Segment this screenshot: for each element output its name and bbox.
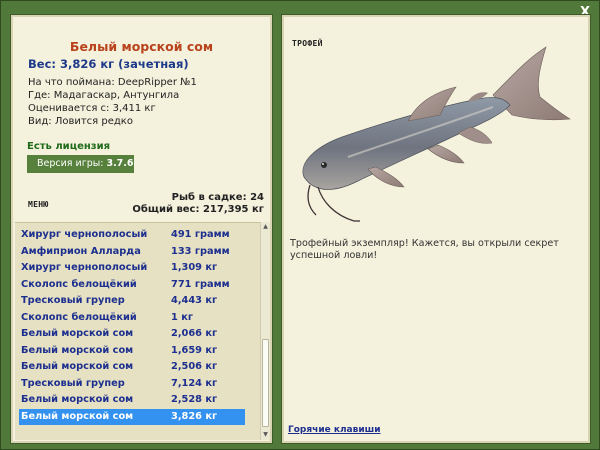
catch-fish-weight: 1,309 кг bbox=[171, 262, 218, 273]
trophy-panel: ТРОФЕЙ Трофейный экземпляр! Кажется, вы … bbox=[281, 14, 591, 444]
version-number: 3.7.6 bbox=[106, 158, 134, 169]
catch-fish-weight: 491 грамм bbox=[171, 229, 230, 240]
catch-row[interactable]: Белый морской сом 2,506 кг bbox=[19, 359, 245, 375]
catch-fish-weight: 133 грамм bbox=[171, 245, 230, 257]
trophy-description: Трофейный экземпляр! Кажется, вы открыли… bbox=[290, 238, 559, 261]
catch-fish-name: Белый морской сом bbox=[21, 410, 134, 422]
catch-row[interactable]: Хирург чернополосый 491 грамм bbox=[19, 227, 245, 243]
game-window: X Белый морской сом Вес: 3,826 кг (зачет… bbox=[0, 0, 600, 450]
catch-fish-weight: 1,659 кг bbox=[171, 344, 218, 356]
fish-weight: Вес: 3,826 кг (зачетная) bbox=[28, 57, 189, 71]
catfish-image bbox=[302, 46, 571, 222]
catch-row[interactable]: Тресковый групер 7,124 кг bbox=[19, 376, 245, 392]
catch-info-panel: Белый морской сом Вес: 3,826 кг (зачетна… bbox=[10, 14, 273, 444]
fish-name: Белый морской сом bbox=[69, 39, 214, 54]
catch-fish-weight: 771 грамм bbox=[171, 278, 230, 290]
catch-fish-name: Белый морской сом bbox=[21, 328, 134, 339]
fish-location: Где: Мадагаскар, Антунгила bbox=[28, 90, 180, 101]
scroll-down-arrow-icon[interactable]: ▼ bbox=[261, 430, 270, 440]
license-status: Есть лицензия bbox=[27, 141, 111, 152]
scroll-up-arrow-icon[interactable]: ▲ bbox=[261, 222, 270, 232]
catch-fish-weight: 2,506 кг bbox=[171, 361, 218, 372]
catch-list-scrollbar[interactable]: ▲ ▼ bbox=[260, 222, 270, 440]
catch-fish-weight: 7,124 кг bbox=[171, 377, 218, 389]
catch-fish-name: Белый морской сом bbox=[21, 361, 134, 372]
fish-bait: На что поймана: DeepRipper №1 bbox=[28, 77, 197, 88]
catch-fish-weight: 2,528 кг bbox=[171, 394, 218, 405]
catch-fish-name: Тресковый групер bbox=[21, 295, 125, 306]
total-weight: Общий вес: 217,395 кг bbox=[132, 204, 264, 215]
catch-fish-name: Белый морской сом bbox=[21, 394, 134, 405]
fish-rarity: Вид: Ловится редко bbox=[28, 116, 133, 127]
catch-row[interactable]: Тресковый групер 4,443 кг bbox=[19, 293, 245, 309]
fish-value: Оценивается с: 3,411 кг bbox=[28, 103, 156, 114]
keepnet-stats: Рыб в садке: 24 Общий вес: 217,395 кг bbox=[132, 192, 264, 216]
catch-fish-name: Сколопс белощёкий bbox=[21, 278, 137, 290]
catch-fish-name: Сколопс белощёкий bbox=[21, 311, 137, 323]
scroll-thumb[interactable] bbox=[262, 339, 269, 427]
version-badge: Версия игры: 3.7.6 bbox=[27, 155, 134, 173]
catch-row[interactable]: Хирург чернополосый 1,309 кг bbox=[19, 260, 245, 276]
hotkeys-link[interactable]: Горячие клавиши bbox=[288, 425, 381, 435]
catch-row[interactable]: Белый морской сом 3,826 кг bbox=[19, 408, 245, 425]
catch-fish-name: Амфиприон Алларда bbox=[21, 245, 141, 257]
catch-row[interactable]: Сколопс белощёкий 1 кг bbox=[19, 310, 245, 326]
catch-row[interactable]: Амфиприон Алларда 133 грамм bbox=[19, 244, 245, 260]
catch-fish-name: Хирург чернополосый bbox=[21, 262, 148, 273]
catch-fish-weight: 4,443 кг bbox=[171, 295, 218, 306]
menu-button[interactable]: МЕНЮ bbox=[28, 200, 48, 209]
catch-fish-name: Тресковый групер bbox=[21, 377, 125, 389]
catch-row[interactable]: Белый морской сом 2,066 кг bbox=[19, 326, 245, 342]
fish-count: Рыб в садке: 24 bbox=[171, 192, 264, 203]
catch-fish-weight: 2,066 кг bbox=[171, 328, 218, 339]
trophy-title: ТРОФЕЙ bbox=[292, 39, 323, 48]
catch-fish-weight: 1 кг bbox=[171, 311, 193, 323]
catch-list[interactable]: Хирург чернополосый 491 грамм Амфиприон Ал… bbox=[15, 222, 268, 440]
catch-fish-weight: 3,826 кг bbox=[171, 410, 218, 422]
catch-row[interactable]: Белый морской сом 1,659 кг bbox=[19, 343, 245, 359]
catch-row[interactable]: Белый морской сом 2,528 кг bbox=[19, 392, 245, 408]
version-label: Версия игры: bbox=[37, 158, 104, 169]
catch-fish-name: Белый морской сом bbox=[21, 344, 134, 356]
catch-fish-name: Хирург чернополосый bbox=[21, 229, 148, 240]
catch-row[interactable]: Сколопс белощёкий 771 грамм bbox=[19, 277, 245, 293]
